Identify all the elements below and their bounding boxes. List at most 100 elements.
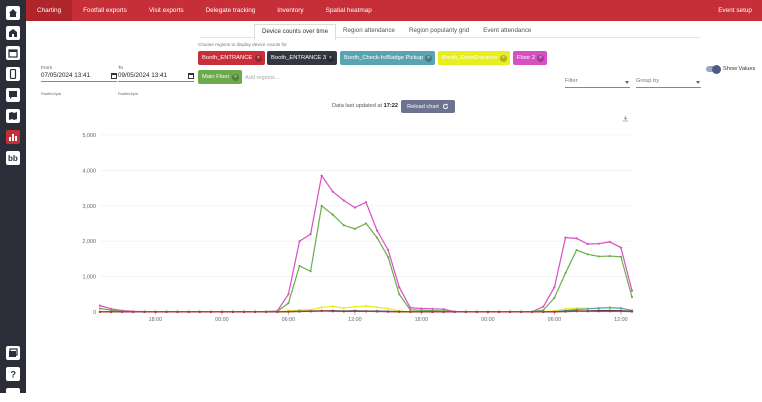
data-point — [564, 236, 567, 239]
groupby-select[interactable]: Group by — [636, 78, 701, 88]
remove-icon[interactable]: × — [537, 54, 544, 62]
data-point — [619, 246, 623, 249]
remove-icon[interactable]: × — [232, 73, 239, 81]
nav-delegate-tracking[interactable]: Delegate tracking — [195, 0, 267, 21]
mobile-icon[interactable] — [6, 67, 20, 81]
reload-chart-button[interactable]: Reload chart — [401, 100, 455, 113]
show-values-label: Show Values — [723, 66, 756, 72]
data-point — [309, 310, 312, 313]
nav-charting[interactable]: Charting — [26, 0, 73, 21]
data-point — [575, 248, 578, 252]
nav-visit-exports[interactable]: Visit exports — [138, 0, 195, 21]
tab-region-attendance[interactable]: Region attendance — [336, 24, 402, 41]
data-point — [254, 310, 257, 313]
data-point — [608, 240, 611, 244]
calendar-icon[interactable] — [188, 73, 194, 79]
data-point — [431, 310, 434, 313]
region-chip[interactable]: Floor 2 × — [513, 51, 547, 65]
data-point — [608, 254, 611, 258]
region-chip[interactable]: Main Floor × — [198, 70, 242, 84]
x-tick-label: 00:00 — [215, 317, 229, 323]
data-point — [309, 233, 312, 236]
tab-region-popularity-grid[interactable]: Region popularity grid — [402, 24, 476, 41]
data-point — [597, 242, 600, 245]
data-point — [564, 271, 567, 275]
data-point — [287, 293, 290, 296]
data-point — [287, 310, 290, 313]
data-point — [331, 310, 334, 313]
data-point — [619, 307, 623, 310]
help-icon[interactable]: ? — [6, 367, 20, 381]
calendar-icon[interactable] — [111, 73, 117, 79]
data-point — [353, 206, 357, 209]
tab-event-attendance[interactable]: Event attendance — [476, 24, 538, 41]
data-point — [586, 242, 589, 246]
region-chip[interactable]: Booth_ENTRANCE 3 × — [267, 51, 337, 65]
data-point — [320, 174, 323, 177]
region-chip[interactable]: Booth_ENTRANCE × — [198, 51, 265, 65]
sidebar: bb ? — [0, 0, 26, 402]
data-point — [575, 310, 578, 313]
home-icon[interactable] — [6, 6, 20, 20]
data-point — [398, 286, 401, 289]
data-point — [320, 309, 323, 313]
groupby-placeholder: Group by — [636, 78, 660, 84]
nav-spatial-heatmap[interactable]: Spatial heatmap — [315, 0, 383, 21]
data-point — [464, 310, 467, 313]
menu-icon[interactable] — [6, 388, 20, 402]
data-point — [331, 213, 334, 216]
data-point — [320, 306, 323, 309]
from-datetime-input[interactable]: 07/05/2024 13:41 — [41, 72, 117, 82]
data-point — [486, 310, 490, 313]
add-regions-input[interactable]: Add regions... — [245, 75, 280, 81]
chevron-down-icon — [696, 81, 700, 84]
data-point — [375, 236, 379, 239]
data-point — [209, 310, 212, 313]
data-point — [630, 296, 634, 299]
region-chip[interactable]: Booth_EntreEntrance × — [438, 51, 510, 65]
chevron-down-icon — [625, 81, 629, 84]
remove-icon[interactable]: × — [255, 54, 262, 62]
y-tick-label: 2,000 — [83, 239, 97, 245]
y-tick-label: 5,000 — [83, 133, 97, 139]
chart-icon[interactable] — [6, 130, 20, 144]
data-point — [132, 310, 135, 313]
region-chip-label: Booth_ENTRANCE — [202, 55, 253, 61]
regions-hint: Choose regions to display device counts … — [198, 42, 287, 47]
y-tick-label: 1,000 — [83, 275, 97, 281]
data-point — [597, 307, 600, 310]
download-icon[interactable] — [622, 115, 629, 122]
data-point — [98, 307, 102, 310]
data-point — [342, 310, 345, 313]
data-point — [542, 310, 545, 313]
remove-icon[interactable]: × — [425, 54, 432, 62]
to-datetime-input[interactable]: 09/05/2024 13:41 — [118, 72, 194, 82]
message-icon[interactable] — [6, 88, 20, 102]
tab-device-counts[interactable]: Device counts over time — [254, 24, 337, 41]
reload-chart-label: Reload chart — [407, 103, 439, 110]
data-point — [398, 310, 401, 313]
filter-select[interactable]: Filter — [565, 78, 630, 88]
region-chip[interactable]: Booth_Check-In/Badge Pickup × — [340, 51, 435, 65]
docs-icon[interactable] — [6, 346, 20, 360]
data-point — [453, 310, 456, 313]
nav-footfall-exports[interactable]: Footfall exports — [72, 0, 138, 21]
remove-icon[interactable]: × — [327, 54, 334, 62]
remove-icon[interactable]: × — [500, 54, 507, 62]
data-point — [564, 310, 567, 313]
show-values-toggle[interactable] — [706, 64, 721, 74]
badge-icon[interactable]: bb — [6, 151, 20, 165]
nav-event-setup[interactable]: Event setup — [718, 0, 752, 21]
building-icon[interactable] — [6, 26, 20, 40]
nav-inventory[interactable]: Inventory — [266, 0, 314, 21]
calendar-icon[interactable] — [6, 46, 20, 60]
data-point — [608, 310, 611, 313]
data-point — [375, 310, 379, 313]
map-icon[interactable] — [6, 109, 20, 123]
from-timezone: Pacific/Apia — [41, 92, 61, 96]
data-point — [298, 240, 301, 243]
data-point — [398, 293, 401, 296]
to-label: To — [118, 66, 124, 71]
top-nav: Charting Footfall exports Visit exports … — [26, 0, 762, 21]
filter-placeholder: Filter — [565, 78, 578, 84]
